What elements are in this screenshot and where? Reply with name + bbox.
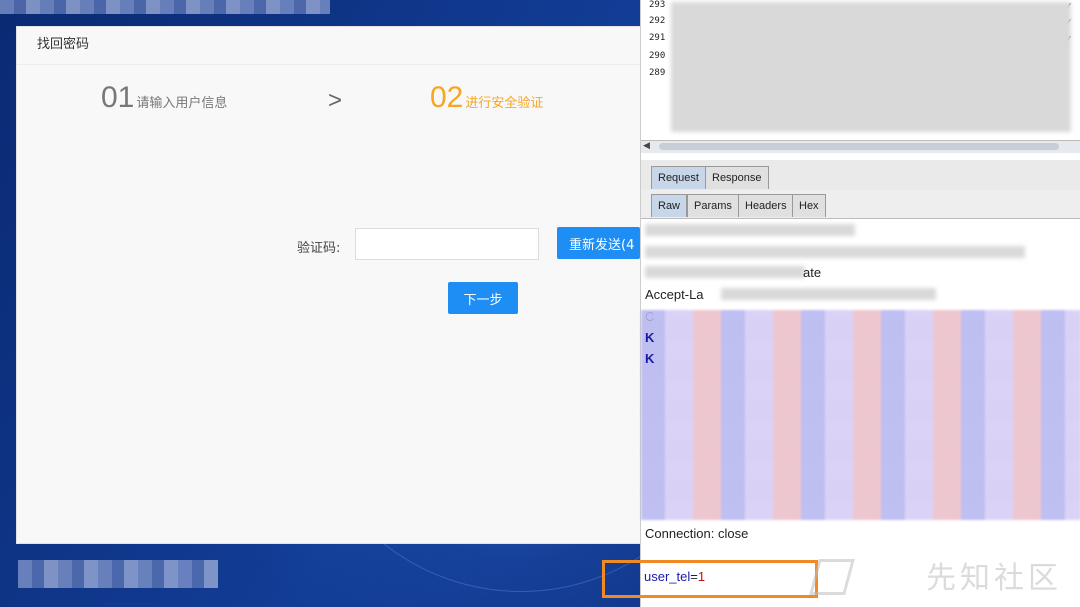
request-response-tabs: Request Response [641,160,1080,191]
step-2-number: 02 [430,81,464,114]
param-value: 1 [697,569,706,584]
horizontal-scrollbar[interactable]: ◀ [641,140,1080,153]
tab-raw[interactable]: Raw [651,194,688,217]
header-line-fragment: Accept-La [645,287,704,302]
param-name: user_tel [644,569,691,584]
view-tabs: Raw Params Headers Hex [641,190,1080,219]
scrollbar-thumb[interactable] [659,143,1059,150]
blurred-request-line [645,266,805,278]
reset-password-dialog: 找回密码 01 请输入用户信息 > 02 进行安全验证 验证码: 下一步 [16,26,642,544]
history-row-id[interactable]: 291 [649,33,665,43]
verification-code-label: 验证码: [297,241,341,256]
param-highlight-box [602,560,818,598]
resend-code-button[interactable]: 重新发送(4 [557,227,640,259]
post-param: user_tel=1 [644,569,705,584]
blurred-cookie-content [641,310,1080,520]
step-1: 01 请输入用户信息 [101,81,227,115]
dialog-title: 找回密码 [17,27,641,65]
blurred-history-content [671,2,1071,132]
tab-response[interactable]: Response [705,166,769,189]
step-2: 02 进行安全验证 [430,81,543,115]
connection-header: Connection: close [645,526,749,541]
param-equals: = [690,569,698,584]
header-name-fragment: K [645,330,655,345]
history-row-id[interactable]: 293 [649,0,665,10]
blurred-request-line [645,246,1025,258]
watermark: 先知社区 [926,561,1062,596]
tab-headers[interactable]: Headers [738,194,794,217]
header-line-fragment: ate [803,265,822,280]
header-name-fragment: K [645,351,655,366]
step-1-number: 01 [101,81,135,114]
step-2-label: 进行安全验证 [465,96,544,111]
blurred-request-line [721,288,936,300]
step-1-label: 请输入用户信息 [136,96,228,111]
next-step-button[interactable]: 下一步 [448,282,518,314]
step-arrow-icon: > [328,87,343,114]
scroll-left-icon[interactable]: ◀ [643,141,650,151]
tab-request[interactable]: Request [651,166,706,189]
history-row-id[interactable]: 292 [649,16,665,26]
tab-params[interactable]: Params [687,194,739,217]
blurred-background-text [18,560,218,588]
tab-hex[interactable]: Hex [792,194,826,217]
history-row-id[interactable]: 290 [649,51,665,61]
blurred-request-line [645,224,855,236]
blurred-background-text [0,0,330,14]
history-table: 293 292 291 290 289 ✓ ✓ ✓ ◀ [641,0,1080,153]
verification-code-input[interactable] [355,228,539,260]
raw-request-body[interactable]: ate Accept-La C K K Connection: close [641,220,1080,607]
burp-request-panel: 293 292 291 290 289 ✓ ✓ ✓ ◀ Request Resp… [640,0,1080,607]
history-row-id[interactable]: 289 [649,68,665,78]
